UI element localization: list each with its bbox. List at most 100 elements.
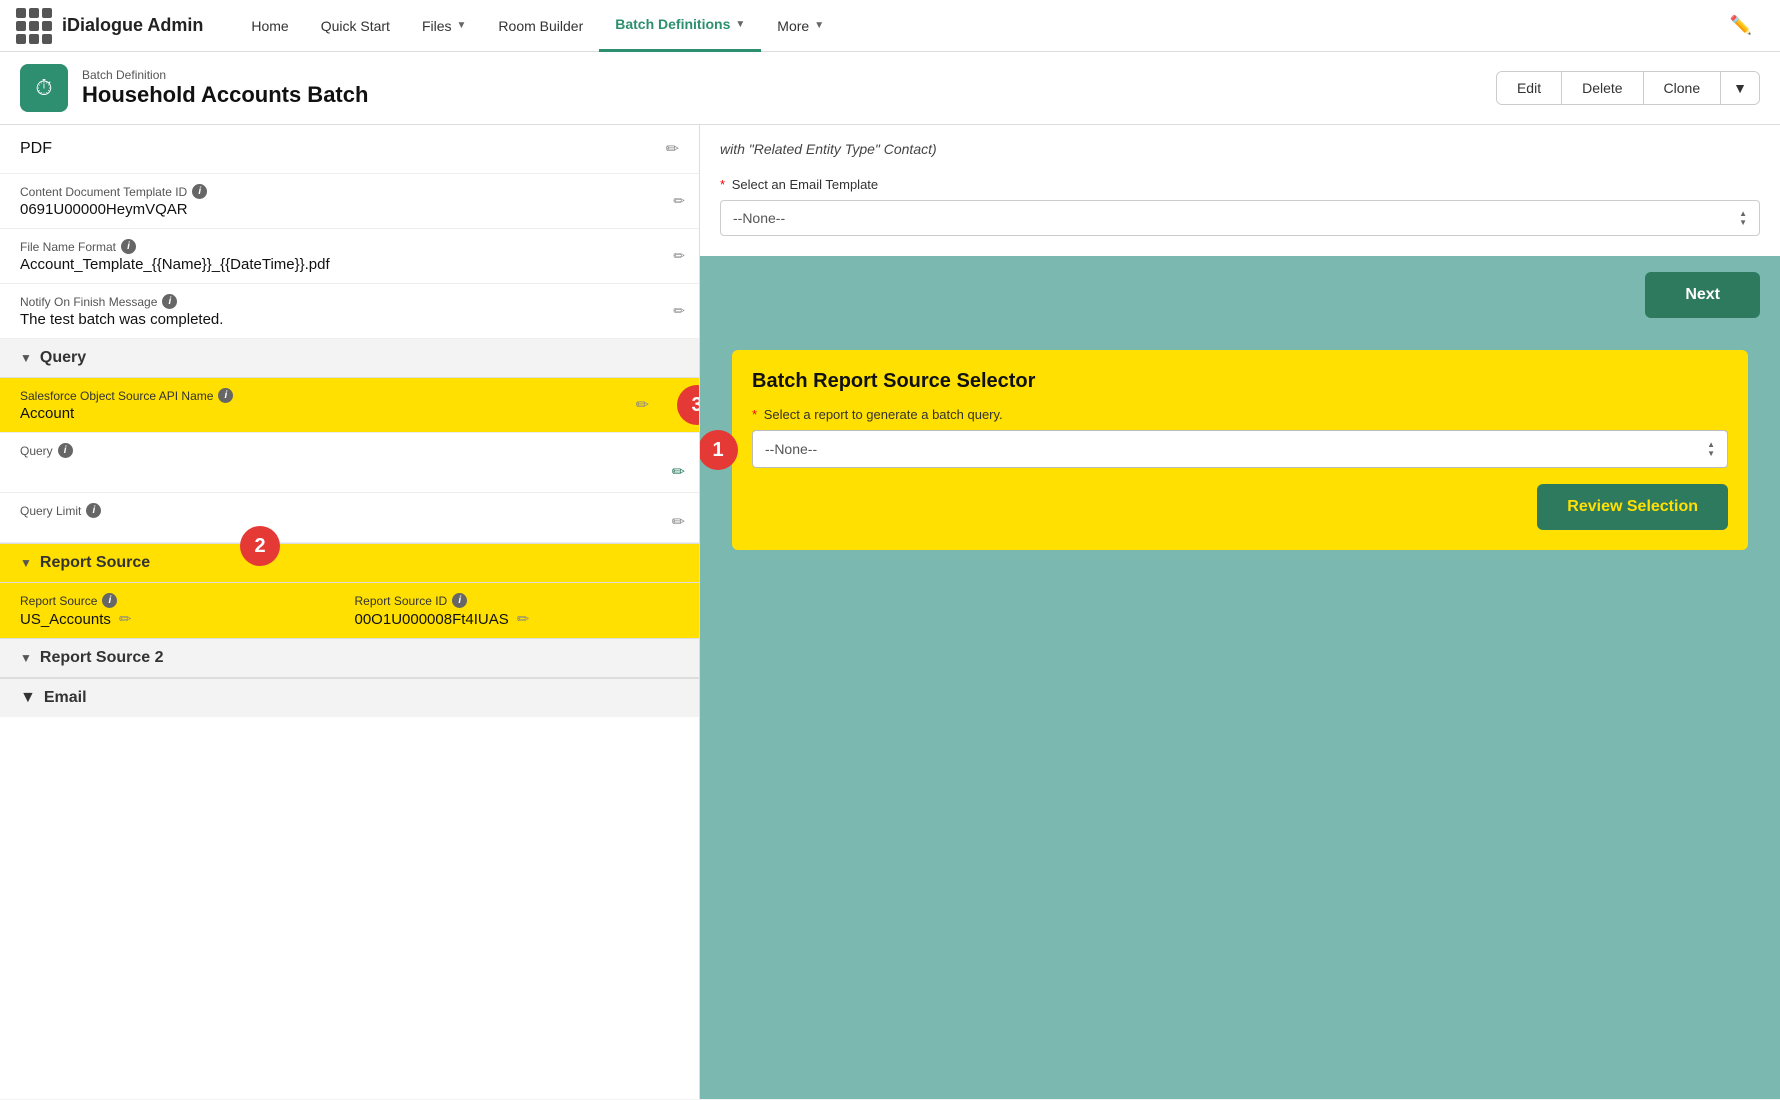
report-source-2-chevron-icon: ▼	[20, 651, 32, 665]
pdf-row: PDF ✏	[0, 125, 699, 174]
actions-dropdown-button[interactable]: ▼	[1721, 72, 1759, 104]
report-source-section: ▼ Report Source 2 Report Source i US_Acc…	[0, 544, 699, 639]
query-chevron-icon: ▼	[20, 351, 32, 365]
report-source-grid: Report Source i US_Accounts ✏ Report Sou…	[0, 583, 699, 638]
badge-3: 3	[677, 385, 700, 425]
more-chevron-icon: ▼	[814, 20, 824, 31]
right-panel-top: with "Related Entity Type" Contact) * Se…	[700, 125, 1780, 550]
query-info-icon[interactable]: i	[58, 443, 73, 458]
rs-name-value: US_Accounts	[20, 611, 111, 628]
batch-report-select[interactable]: --None-- ▲▼	[752, 430, 1728, 468]
nav-batch-definitions[interactable]: Batch Definitions ▼	[599, 0, 761, 52]
batch-definitions-chevron-icon: ▼	[735, 19, 745, 30]
files-chevron-icon: ▼	[457, 20, 467, 31]
query-field: Query i ✏	[0, 433, 699, 493]
next-button[interactable]: Next	[1645, 272, 1760, 318]
query-section: ▼ Query Salesforce Object Source API Nam…	[0, 339, 699, 544]
batch-selector-wrapper: 1 Batch Report Source Selector * Select …	[716, 350, 1764, 550]
rs-name-edit-icon[interactable]: ✏	[119, 610, 132, 628]
report-source-2-label: Report Source 2	[40, 649, 164, 667]
notify-value: The test batch was completed.	[20, 311, 679, 328]
file-name-value: Account_Template_{{Name}}_{{DateTime}}.p…	[20, 256, 679, 273]
file-name-label: File Name Format	[20, 240, 116, 254]
query-edit-pencil-icon[interactable]: ✏	[672, 462, 685, 482]
email-section-label: Email	[44, 689, 87, 707]
next-button-row: Next	[700, 256, 1780, 334]
batch-definition-icon: ⏱	[20, 64, 68, 112]
left-panel: PDF ✏ Content Document Template ID i 069…	[0, 125, 700, 1099]
file-name-format-field: File Name Format i Account_Template_{{Na…	[0, 229, 699, 284]
rs-name-info-icon[interactable]: i	[102, 593, 117, 608]
email-chevron-icon: ▼	[20, 689, 36, 707]
file-name-info-icon[interactable]: i	[121, 239, 136, 254]
report-source-label: Report Source	[40, 554, 150, 572]
app-grid-icon[interactable]	[16, 8, 52, 44]
file-name-edit-icon[interactable]: ✏	[673, 248, 685, 265]
notify-label: Notify On Finish Message	[20, 295, 157, 309]
query-section-label: Query	[40, 349, 86, 367]
email-template-label: * Select an Email Template	[720, 177, 1760, 192]
sf-object-info-icon[interactable]: i	[218, 388, 233, 403]
pdf-edit-icon[interactable]: ✏	[666, 139, 679, 159]
notify-finish-field: Notify On Finish Message i The test batc…	[0, 284, 699, 339]
sf-object-value: Account	[20, 405, 679, 422]
sf-object-edit-icon[interactable]: ✏	[636, 395, 649, 415]
page-subtitle: Batch Definition	[82, 68, 368, 82]
review-selection-button[interactable]: Review Selection	[1537, 484, 1728, 530]
app-name: iDialogue Admin	[62, 15, 203, 36]
rs-id-info-icon[interactable]: i	[452, 593, 467, 608]
batch-select-label: * Select a report to generate a batch qu…	[752, 407, 1728, 422]
report-source-id-field: Report Source ID i 00O1U000008Ft4IUAS ✏	[355, 593, 680, 628]
page-header: ⏱ Batch Definition Household Accounts Ba…	[0, 52, 1780, 125]
pdf-label: PDF	[20, 140, 52, 158]
rs-id-value: 00O1U000008Ft4IUAS	[355, 611, 509, 628]
top-navigation: iDialogue Admin Home Quick Start Files ▼…	[0, 0, 1780, 52]
clone-button[interactable]: Clone	[1644, 72, 1722, 104]
rs-id-edit-icon[interactable]: ✏	[517, 610, 530, 628]
email-template-placeholder: --None--	[733, 210, 785, 226]
query-limit-edit-icon[interactable]: ✏	[672, 512, 685, 532]
query-label: Query	[20, 444, 53, 458]
notify-edit-icon[interactable]: ✏	[673, 303, 685, 320]
query-limit-field: Query Limit i ✏	[0, 493, 699, 543]
report-source-name-field: Report Source i US_Accounts ✏	[20, 593, 345, 628]
report-source-2-header[interactable]: ▼ Report Source 2	[0, 639, 699, 678]
nav-files[interactable]: Files ▼	[406, 0, 482, 52]
query-limit-label: Query Limit	[20, 504, 81, 518]
content-doc-label: Content Document Template ID	[20, 185, 187, 199]
main-layout: PDF ✏ Content Document Template ID i 069…	[0, 125, 1780, 1099]
batch-select-placeholder: --None--	[765, 441, 817, 457]
content-document-template-field: Content Document Template ID i 0691U0000…	[0, 174, 699, 229]
report-source-header[interactable]: ▼ Report Source 2	[0, 544, 699, 583]
nav-quick-start[interactable]: Quick Start	[305, 0, 406, 52]
nav-more[interactable]: More ▼	[761, 0, 840, 52]
email-template-select[interactable]: --None-- ▲▼	[720, 200, 1760, 236]
query-section-header[interactable]: ▼ Query	[0, 339, 699, 378]
content-doc-edit-icon[interactable]: ✏	[673, 193, 685, 210]
batch-selector-title: Batch Report Source Selector	[752, 370, 1728, 393]
batch-selector-card: Batch Report Source Selector * Select a …	[732, 350, 1748, 550]
page-title: Household Accounts Batch	[82, 82, 368, 108]
batch-select-arrows: ▲▼	[1707, 440, 1715, 458]
query-limit-info-icon[interactable]: i	[86, 503, 101, 518]
sf-object-label: Salesforce Object Source API Name	[20, 389, 213, 403]
content-doc-info-icon[interactable]: i	[192, 184, 207, 199]
rs-name-label: Report Source	[20, 594, 97, 608]
right-panel: with "Related Entity Type" Contact) * Se…	[700, 125, 1780, 1099]
content-doc-value: 0691U00000HeymVQAR	[20, 201, 679, 218]
email-block: with "Related Entity Type" Contact) * Se…	[700, 125, 1780, 256]
email-section-header[interactable]: ▼ Email	[0, 678, 699, 717]
report-source-chevron-icon: ▼	[20, 556, 32, 570]
nav-home[interactable]: Home	[235, 0, 304, 52]
salesforce-object-field: Salesforce Object Source API Name i Acco…	[0, 378, 699, 433]
batch-required-star: *	[752, 407, 757, 422]
email-template-arrows: ▲▼	[1739, 209, 1747, 227]
email-required-star: *	[720, 177, 725, 192]
delete-button[interactable]: Delete	[1562, 72, 1643, 104]
nav-room-builder[interactable]: Room Builder	[482, 0, 599, 52]
badge-2: 2	[240, 526, 280, 566]
edit-button[interactable]: Edit	[1497, 72, 1562, 104]
nav-edit-icon[interactable]: ✏️	[1718, 15, 1764, 36]
notify-info-icon[interactable]: i	[162, 294, 177, 309]
right-top-text: with "Related Entity Type" Contact)	[720, 141, 1760, 157]
